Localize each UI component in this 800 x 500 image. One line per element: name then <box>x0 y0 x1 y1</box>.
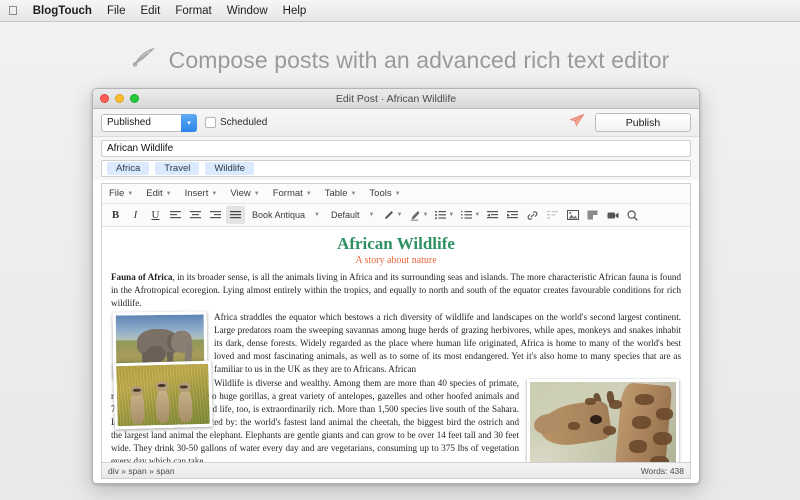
font-family-dropdown[interactable]: Book Antiqua ▼ <box>246 210 324 220</box>
chevron-down-icon[interactable]: ▼ <box>396 212 402 218</box>
post-tags-input[interactable]: Africa Travel Wildlife <box>101 160 691 177</box>
font-size-dropdown[interactable]: Default ▼ <box>325 210 378 220</box>
post-fields: African Wildlife Africa Travel Wildlife <box>93 137 699 180</box>
editor-menu-view[interactable]: View ▼ <box>230 188 259 199</box>
scheduled-checkbox[interactable] <box>205 117 216 128</box>
window-title-bar: Edit Post · African Wildlife <box>93 89 699 109</box>
highlight-color-group[interactable]: ▼ <box>405 206 430 224</box>
search-icon[interactable] <box>623 206 642 224</box>
publish-button[interactable]: Publish <box>595 113 691 132</box>
chevron-down-icon: ▼ <box>305 190 312 197</box>
chevron-down-icon[interactable]: ▼ <box>422 212 428 218</box>
document-heading: African Wildlife <box>337 234 455 253</box>
bold-button[interactable]: B <box>106 206 125 224</box>
document-canvas[interactable]: African Wildlife A story about nature Fa… <box>102 227 690 462</box>
indent-icon[interactable] <box>503 206 522 224</box>
menu-item-file[interactable]: File <box>107 5 126 17</box>
post-status-value: Published <box>107 117 151 128</box>
word-count: Words: 438 <box>640 465 684 476</box>
apple-logo-icon[interactable]:  <box>8 4 18 17</box>
chevron-down-icon: ▼ <box>211 190 218 197</box>
quill-pen-icon <box>131 46 157 74</box>
italic-button[interactable]: I <box>126 206 145 224</box>
editor-menu-tools[interactable]: Tools ▼ <box>369 188 400 199</box>
tag-chip[interactable]: Africa <box>107 162 150 175</box>
document-paragraph-1: Fauna of Africa, in its broader sense, i… <box>111 271 681 310</box>
scheduled-checkbox-group[interactable]: Scheduled <box>205 117 267 128</box>
chevron-down-icon: ▼ <box>127 190 134 197</box>
align-center-icon[interactable] <box>186 206 205 224</box>
chevron-down-icon: ▼ <box>165 190 172 197</box>
link-icon[interactable] <box>523 206 542 224</box>
scheduled-label: Scheduled <box>220 117 268 128</box>
format-painter-group[interactable]: ▼ <box>379 206 404 224</box>
editor-menu-file[interactable]: File ▼ <box>109 188 133 199</box>
giraffe-photo[interactable] <box>527 378 679 462</box>
chevron-down-icon[interactable]: ▼ <box>448 212 454 218</box>
editor-menu-edit[interactable]: Edit ▼ <box>146 188 171 199</box>
editor-menu-insert[interactable]: Insert ▼ <box>185 188 218 199</box>
paper-plane-icon[interactable] <box>569 113 585 132</box>
chevron-down-icon: ▼ <box>253 190 260 197</box>
marketing-headline: Compose posts with an advanced rich text… <box>0 46 800 74</box>
align-left-icon[interactable] <box>166 206 185 224</box>
element-path-breadcrumb[interactable]: div » span » span <box>108 466 175 476</box>
paragraph-1-text: , in its broader sense, is all the anima… <box>111 271 681 308</box>
document-subheading: A story about nature <box>355 254 437 266</box>
editor-window: Edit Post · African Wildlife Published ▾… <box>92 88 700 484</box>
chevron-down-icon: ▼ <box>314 212 320 218</box>
editor-status-bar: div » span » span Words: 438 <box>101 462 691 479</box>
menu-item-edit[interactable]: Edit <box>140 5 160 17</box>
paragraph-lead-bold: Fauna of Africa <box>111 271 173 282</box>
chevron-down-icon: ▼ <box>368 212 375 218</box>
chevron-updown-icon: ▾ <box>181 113 197 132</box>
headline-text: Compose posts with an advanced rich text… <box>168 46 670 73</box>
editor-toolbar: B I U Book Antiqua ▼ Default ▼ ▼ ▼ ▼ ▼ <box>102 204 690 227</box>
rich-text-editor: File ▼ Edit ▼ Insert ▼ View ▼ Format ▼ Table ▼… <box>101 183 691 462</box>
align-right-icon[interactable] <box>206 206 225 224</box>
window-title: Edit Post · African Wildlife <box>335 92 457 105</box>
editor-menu-format[interactable]: Format ▼ <box>273 188 312 199</box>
chevron-down-icon: ▼ <box>350 190 357 197</box>
underline-button[interactable]: U <box>146 206 165 224</box>
bullet-list-group[interactable]: ▼ <box>431 206 456 224</box>
menu-item-window[interactable]: Window <box>227 5 268 17</box>
editor-menu-table[interactable]: Table ▼ <box>325 188 357 199</box>
editor-menu-bar: File ▼ Edit ▼ Insert ▼ View ▼ Format ▼ Table ▼… <box>102 184 690 204</box>
menu-item-app-name[interactable]: BlogTouch <box>33 5 92 17</box>
numbered-list-group[interactable]: ▼ <box>457 206 482 224</box>
definition-list-icon <box>543 206 562 224</box>
post-status-dropdown[interactable]: Published ▾ <box>101 113 197 132</box>
tag-chip[interactable]: Travel <box>155 162 200 175</box>
align-justify-icon[interactable] <box>226 206 245 224</box>
font-size-value: Default <box>331 210 360 220</box>
macos-menu-bar:  BlogTouch File Edit Format Window Help <box>0 0 800 22</box>
chevron-down-icon[interactable]: ▼ <box>474 212 480 218</box>
image-icon[interactable] <box>563 206 582 224</box>
outdent-icon[interactable] <box>483 206 502 224</box>
menu-item-help[interactable]: Help <box>283 5 307 17</box>
meerkat-photo[interactable] <box>113 360 213 430</box>
tag-chip[interactable]: Wildlife <box>205 162 254 175</box>
font-family-value: Book Antiqua <box>252 210 306 220</box>
video-camera-icon[interactable] <box>603 206 622 224</box>
post-title-input[interactable]: African Wildlife <box>101 140 691 157</box>
chevron-down-icon: ▼ <box>394 190 401 197</box>
publish-toolbar: Published ▾ Scheduled Publish <box>93 109 699 137</box>
menu-item-format[interactable]: Format <box>175 5 211 17</box>
page-break-icon[interactable] <box>583 206 602 224</box>
